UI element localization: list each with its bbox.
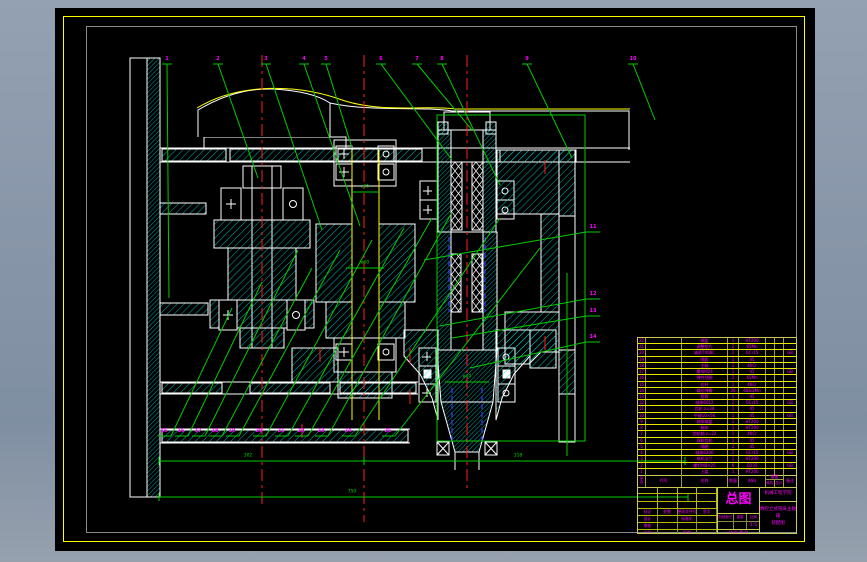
- balloon-number: 17: [194, 428, 202, 434]
- balloon-number: 2: [216, 56, 220, 62]
- title-block-row: 标记 处数 更改文件号 签字: [638, 509, 717, 516]
- balloon-number: 3: [264, 56, 268, 62]
- balloon-number: 18: [211, 428, 219, 434]
- bom-col-qty: 数量: [728, 474, 739, 487]
- balloon-number: 4: [302, 56, 306, 62]
- scale-value: 1:5: [749, 523, 758, 528]
- balloon-number: 22: [297, 428, 305, 434]
- bom-col-code: 代号: [646, 474, 682, 487]
- dimension-value: ø35: [360, 184, 370, 190]
- balloon-number: 15: [160, 428, 168, 434]
- balloon-number: 14: [589, 334, 597, 340]
- title-block: 标记 处数 更改文件号 签字 设计 标准化 审核 工艺 批准 总图 阶段标记 重量 比例 1:5…: [637, 487, 797, 534]
- dimension-value: 318: [513, 453, 523, 459]
- balloon-number: 7: [415, 56, 419, 62]
- balloon-number: 16: [177, 428, 185, 434]
- sheet-count: 共 张 第 张: [718, 529, 759, 533]
- bom-col-no: 序号: [638, 474, 646, 487]
- title-block-row: 工艺 批准: [638, 530, 717, 533]
- stage-label: 阶段标记: [718, 514, 734, 521]
- bom-header: 序号 代号 名称 数量 材料 重量 单件 总计 备注: [637, 474, 797, 488]
- bom-table: 22 端盖 1 HT200 21 调整垫片 2 65Mn 20 轴承7008C 2 GCr15 GB 19…: [637, 337, 797, 476]
- balloon-number: 9: [525, 56, 529, 62]
- title-block-signatures: 标记 处数 更改文件号 签字 设计 标准化 审核 工艺 批准: [638, 487, 718, 533]
- balloon-number: 24: [344, 428, 352, 434]
- balloon-number: 5: [324, 56, 328, 62]
- bom-col-name: 名称: [682, 474, 728, 487]
- title-block-row: 设计 标准化: [638, 516, 717, 523]
- balloon-number: 12: [589, 291, 597, 297]
- balloon-number: 20: [255, 428, 263, 434]
- cad-application: { "app": {"description": "CAD model spac…: [0, 0, 867, 562]
- bom-col-material: 材料: [739, 474, 766, 487]
- balloon-number: 19: [228, 428, 236, 434]
- project-name: 数控立式铣床主轴箱 装配图: [760, 507, 796, 526]
- balloon-number: 8: [440, 56, 444, 62]
- bom-col-weight: 重量 单件 总计: [766, 474, 784, 487]
- balloon-number: 10: [629, 56, 637, 62]
- title-block-row: 审核: [638, 523, 717, 530]
- balloon-number: 6: [379, 56, 383, 62]
- balloon-number: 13: [589, 308, 597, 314]
- dimension-value: 750: [347, 489, 357, 495]
- unit-name: 机械工程学院: [760, 487, 796, 502]
- dimension-value: 302: [243, 453, 253, 459]
- weight-label: 重量: [734, 514, 747, 521]
- dimension-value: ø60: [360, 260, 370, 266]
- revision-grid: [638, 487, 717, 509]
- scale-label: 比例: [750, 515, 757, 519]
- title-block-center: 总图 阶段标记 重量 比例 1:5 共 张 第 张: [718, 487, 760, 533]
- balloon-number: 21: [277, 428, 285, 434]
- drawing-title: 总图: [725, 492, 752, 507]
- balloon-number: 11: [589, 224, 597, 230]
- balloon-number: 1: [165, 56, 169, 62]
- balloon-number: 25: [384, 428, 392, 434]
- balloon-number: 23: [317, 428, 325, 434]
- bom-col-remark: 备注: [786, 477, 794, 483]
- dimension-value: ø40: [462, 374, 472, 380]
- title-block-right: 机械工程学院 数控立式铣床主轴箱 装配图: [760, 487, 796, 533]
